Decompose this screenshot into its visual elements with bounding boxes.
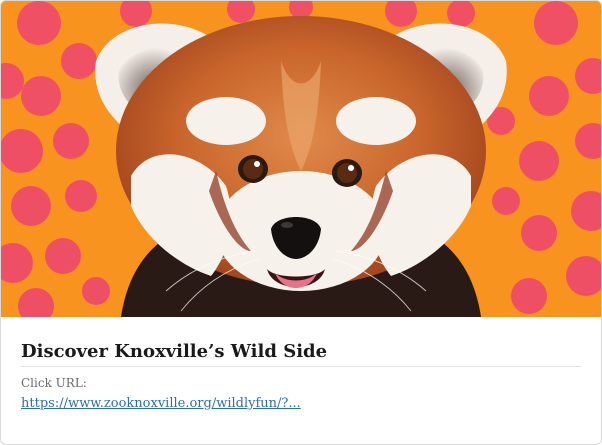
click-url-link[interactable]: https://www.zooknoxville.org/wildlyfun/?…: [21, 395, 301, 413]
card-body: Discover Knoxville’s Wild Side Click URL…: [21, 317, 581, 413]
promo-card: Discover Knoxville’s Wild Side Click URL…: [0, 0, 602, 445]
red-panda-illustration: [1, 1, 601, 317]
left-eye: [238, 155, 268, 183]
right-eye: [332, 159, 362, 187]
hero-image[interactable]: [1, 1, 601, 317]
card-title: Discover Knoxville’s Wild Side: [21, 341, 581, 367]
click-url-label: Click URL:: [21, 376, 87, 390]
